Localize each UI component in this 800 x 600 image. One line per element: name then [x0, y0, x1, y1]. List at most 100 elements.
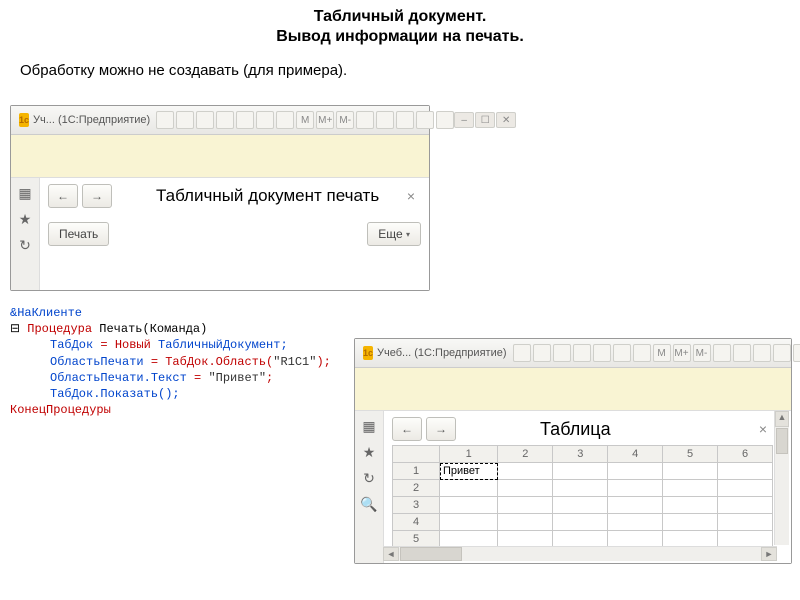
vertical-scrollbar[interactable]: ▲ [774, 411, 789, 545]
toolbar-icon[interactable] [633, 344, 651, 362]
cell[interactable] [440, 497, 498, 514]
cell[interactable] [553, 463, 608, 480]
toolbar-icon[interactable] [793, 344, 800, 362]
cell[interactable] [498, 480, 553, 497]
cell[interactable] [608, 514, 663, 531]
toolbar-icon[interactable] [196, 111, 214, 129]
cell[interactable] [498, 514, 553, 531]
maximize-button[interactable]: ☐ [475, 112, 495, 128]
toolbar-icon[interactable] [513, 344, 531, 362]
spreadsheet-grid[interactable]: 1234561Привет2345 [392, 445, 773, 548]
minimize-button[interactable]: – [454, 112, 474, 128]
cell[interactable] [498, 497, 553, 514]
history-icon[interactable]: ↻ [360, 469, 378, 487]
row-header[interactable]: 4 [393, 514, 440, 531]
toolbar-icon[interactable] [773, 344, 791, 362]
toolbar-icon[interactable]: M- [336, 111, 354, 129]
cell[interactable] [608, 531, 663, 548]
window-title: Уч... (1С:Предприятие) [33, 114, 150, 126]
cell[interactable] [718, 514, 773, 531]
toolbar-icon[interactable] [216, 111, 234, 129]
back-button[interactable]: ← [48, 184, 78, 208]
toolbar-icon[interactable] [416, 111, 434, 129]
row-header[interactable]: 3 [393, 497, 440, 514]
cell[interactable] [553, 480, 608, 497]
toolbar-icon[interactable] [396, 111, 414, 129]
cell[interactable] [718, 480, 773, 497]
toolbar-icon[interactable] [613, 344, 631, 362]
cell[interactable] [498, 463, 553, 480]
sidebar: ▦ ★ ↻ 🔍 [355, 411, 384, 563]
cell[interactable] [663, 531, 718, 548]
row-header[interactable]: 2 [393, 480, 440, 497]
cell[interactable] [440, 531, 498, 548]
cell[interactable] [718, 463, 773, 480]
toolbar-icon[interactable] [276, 111, 294, 129]
toolbar-icon[interactable] [553, 344, 571, 362]
toolbar-icon[interactable] [573, 344, 591, 362]
window-table: 1c Учеб... (1С:Предприятие) MM+M- – ☐ ✕ … [354, 338, 792, 564]
toolbar-icon[interactable] [376, 111, 394, 129]
grid-icon[interactable]: ▦ [16, 184, 34, 202]
row-header[interactable]: 5 [393, 531, 440, 548]
document-title: Табличный документ печать [156, 186, 379, 206]
forward-button[interactable]: → [82, 184, 112, 208]
cell[interactable] [718, 497, 773, 514]
close-button[interactable]: ✕ [496, 112, 516, 128]
history-icon[interactable]: ↻ [16, 236, 34, 254]
column-header[interactable]: 2 [498, 446, 553, 463]
toolbar-icon[interactable]: M- [693, 344, 711, 362]
back-button[interactable]: ← [392, 417, 422, 441]
print-button[interactable]: Печать [48, 222, 109, 246]
cell[interactable] [663, 480, 718, 497]
slide-title: Табличный документ. [0, 0, 800, 28]
close-icon[interactable]: × [753, 421, 773, 437]
cell[interactable] [553, 497, 608, 514]
toolbar-icon[interactable] [733, 344, 751, 362]
column-header[interactable]: 4 [608, 446, 663, 463]
window-print-dialog: 1c Уч... (1С:Предприятие) MM+M- – ☐ ✕ ▦ … [10, 105, 430, 291]
cell[interactable] [608, 463, 663, 480]
cell[interactable] [440, 514, 498, 531]
toolbar-icon[interactable] [156, 111, 174, 129]
cell[interactable] [608, 480, 663, 497]
search-icon[interactable]: 🔍 [360, 495, 378, 513]
cell-selected[interactable]: Привет [440, 463, 498, 480]
toolbar-icon[interactable] [176, 111, 194, 129]
cell[interactable] [498, 531, 553, 548]
column-header[interactable]: 6 [718, 446, 773, 463]
toolbar-icon[interactable] [533, 344, 551, 362]
forward-button[interactable]: → [426, 417, 456, 441]
close-icon[interactable]: × [401, 188, 421, 204]
toolbar-icon[interactable]: M [296, 111, 314, 129]
toolbar-icon[interactable] [713, 344, 731, 362]
cell[interactable] [663, 514, 718, 531]
toolbar-icon[interactable]: M+ [673, 344, 691, 362]
toolbar-icon[interactable]: M [653, 344, 671, 362]
toolbar-area [11, 135, 429, 178]
grid-icon[interactable]: ▦ [360, 417, 378, 435]
cell[interactable] [553, 531, 608, 548]
cell[interactable] [440, 480, 498, 497]
slide-subtitle: Вывод информации на печать. [0, 28, 800, 60]
cell[interactable] [553, 514, 608, 531]
toolbar-icon[interactable] [356, 111, 374, 129]
toolbar-icon[interactable]: M+ [316, 111, 334, 129]
horizontal-scrollbar[interactable]: ◄► [383, 546, 777, 561]
cell[interactable] [718, 531, 773, 548]
column-header[interactable]: 3 [553, 446, 608, 463]
star-icon[interactable]: ★ [360, 443, 378, 461]
column-header[interactable]: 1 [440, 446, 498, 463]
row-header[interactable]: 1 [393, 463, 440, 480]
toolbar-icon[interactable] [236, 111, 254, 129]
column-header[interactable]: 5 [663, 446, 718, 463]
toolbar-icon[interactable] [436, 111, 454, 129]
more-button[interactable]: Еще ▾ [367, 222, 421, 246]
toolbar-icon[interactable] [753, 344, 771, 362]
cell[interactable] [663, 497, 718, 514]
toolbar-icon[interactable] [256, 111, 274, 129]
cell[interactable] [663, 463, 718, 480]
toolbar-icon[interactable] [593, 344, 611, 362]
cell[interactable] [608, 497, 663, 514]
star-icon[interactable]: ★ [16, 210, 34, 228]
